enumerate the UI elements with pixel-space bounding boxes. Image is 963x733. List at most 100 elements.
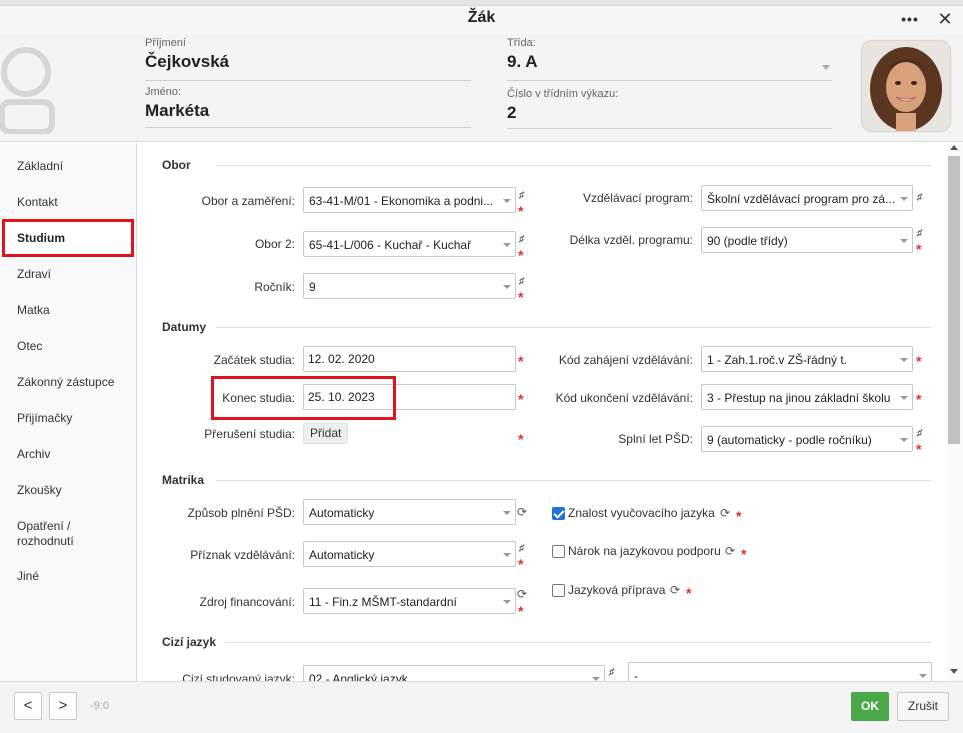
lang-knowledge-label: Znalost vyučovacího jazyka <box>568 506 715 520</box>
lang-support-checkbox[interactable] <box>552 545 565 558</box>
surname-label: Příjmení <box>145 37 186 49</box>
hash-icon[interactable]: ♯ <box>519 234 524 245</box>
sidebar-item-otec[interactable]: Otec <box>17 339 42 354</box>
surname-field[interactable]: Příjmení Čejkovská <box>145 37 471 81</box>
sidebar-item-studium[interactable]: Studium <box>17 231 65 246</box>
edu-flag-select[interactable]: Automaticky <box>303 541 516 567</box>
hash-icon[interactable]: ♯ <box>519 190 524 201</box>
scroll-thumb[interactable] <box>948 156 960 444</box>
sidebar-item-opatreni[interactable]: Opatření / rozhodnutí <box>17 519 74 549</box>
next-button[interactable]: > <box>49 692 77 720</box>
end-date-input[interactable] <box>308 390 508 404</box>
chevron-down-icon <box>900 358 908 362</box>
foreign-lang-select[interactable]: 02 - Anglický jazyk <box>303 665 605 681</box>
firstname-field[interactable]: Jméno: Markéta <box>145 86 471 128</box>
obor-select[interactable]: 63-41-M/01 - Ekonomika a podni... <box>303 187 516 213</box>
end-date-input-wrap[interactable] <box>303 384 516 410</box>
add-break-button[interactable]: Přidat <box>303 423 349 444</box>
section-divider <box>216 327 931 328</box>
obor2-label: Obor 2: <box>254 237 295 251</box>
refresh-icon[interactable]: ⟳ <box>725 544 735 558</box>
program-select[interactable]: Školní vzdělávací program pro zá... <box>701 185 913 211</box>
required-asterisk: * <box>518 431 524 447</box>
previous-button[interactable]: < <box>14 692 42 720</box>
start-code-label: Kód zahájení vzdělávání: <box>558 353 693 367</box>
ok-button[interactable]: OK <box>851 692 889 721</box>
rocnik-select[interactable]: 9 <box>303 273 516 299</box>
sidebar-item-archiv[interactable]: Archiv <box>17 447 50 462</box>
psd-fulfil-select[interactable]: Automaticky <box>303 499 516 525</box>
sidebar: Základní Kontakt Studium Zdraví Matka Ot… <box>0 143 137 681</box>
record-counter: -9:0 <box>90 700 109 712</box>
chevron-down-icon <box>503 199 511 203</box>
sidebar-item-kontakt[interactable]: Kontakt <box>17 195 58 210</box>
psd-fulfil-value: Automaticky <box>309 506 375 520</box>
chevron-down-icon <box>503 285 511 289</box>
chevron-down-icon <box>503 553 511 557</box>
program-length-select[interactable]: 90 (podle třídy) <box>701 227 913 253</box>
foreign-lang-level-select[interactable]: - <box>628 662 932 681</box>
surname-value: Čejkovská <box>145 52 230 71</box>
refresh-icon[interactable]: ⟳ <box>517 587 527 601</box>
refresh-icon[interactable]: ⟳ <box>517 505 527 519</box>
chevron-down-icon <box>503 511 511 515</box>
hash-icon[interactable]: ♯ <box>917 192 922 203</box>
lang-knowledge-checkbox[interactable] <box>552 507 565 520</box>
refresh-icon[interactable]: ⟳ <box>670 583 680 597</box>
sidebar-item-matka[interactable]: Matka <box>17 303 50 318</box>
scroll-up-icon[interactable] <box>950 145 958 150</box>
chevron-down-icon <box>822 65 830 70</box>
required-asterisk: * <box>686 585 692 601</box>
cancel-button[interactable]: Zrušit <box>897 692 949 721</box>
scroll-down-icon[interactable] <box>950 669 958 674</box>
required-asterisk: * <box>916 353 922 369</box>
chevron-down-icon <box>900 438 908 442</box>
close-icon[interactable]: ✕ <box>933 8 957 30</box>
psd-select[interactable]: 9 (automaticky - podle ročníku) <box>701 426 913 452</box>
end-code-select[interactable]: 3 - Přestup na jinou základní školu <box>701 384 913 410</box>
firstname-label: Jméno: <box>145 86 182 98</box>
start-date-input-wrap[interactable] <box>303 346 516 372</box>
obor-label: Obor a zaměření: <box>201 194 295 208</box>
section-title-matrika: Matrika <box>162 473 205 487</box>
hash-icon[interactable]: ♯ <box>609 667 614 678</box>
section-title-cizi-jazyk: Cizí jazyk <box>162 635 217 649</box>
student-header: Příjmení Čejkovská Jméno: Markéta Třída:… <box>0 34 963 142</box>
window-title: Žák <box>467 9 496 26</box>
psd-fulfil-label: Způsob plnění PŠD: <box>187 506 295 520</box>
program-length-value: 90 (podle třídy) <box>707 234 788 248</box>
hash-icon[interactable]: ♯ <box>519 276 524 287</box>
class-select[interactable]: Třída: 9. A <box>507 37 832 81</box>
lang-support-label: Nárok na jazykovou podporu <box>568 544 721 558</box>
hash-icon[interactable]: ♯ <box>917 428 922 439</box>
start-code-value: 1 - Zah.1.roč.v ZŠ-řádný t. <box>707 353 848 367</box>
hash-icon[interactable]: ♯ <box>519 543 524 554</box>
sidebar-item-zkousky[interactable]: Zkoušky <box>17 483 62 498</box>
classnum-field[interactable]: Číslo v třídním výkazu: 2 <box>507 88 832 129</box>
sidebar-item-zdravi[interactable]: Zdraví <box>17 267 51 282</box>
required-asterisk: * <box>518 203 524 219</box>
sidebar-item-prijimacky[interactable]: Přijímačky <box>17 411 72 426</box>
funding-select[interactable]: 11 - Fin.z MŠMT-standardní <box>303 588 516 614</box>
required-asterisk: * <box>518 247 524 263</box>
edu-flag-label: Příznak vzdělávání: <box>190 548 295 562</box>
sidebar-item-zakonny-zastupce[interactable]: Zákonný zástupce <box>17 375 114 390</box>
required-asterisk: * <box>916 391 922 407</box>
rocnik-select-value: 9 <box>309 280 316 294</box>
study-break-label: Přerušení studia: <box>204 427 295 441</box>
sidebar-item-jine[interactable]: Jiné <box>17 569 39 584</box>
chevron-down-icon <box>900 239 908 243</box>
more-options-icon[interactable]: ••• <box>898 8 922 30</box>
obor2-select[interactable]: 65-41-L/006 - Kuchař - Kuchař <box>303 231 516 257</box>
content-scrollbar[interactable] <box>946 143 963 681</box>
start-code-select[interactable]: 1 - Zah.1.roč.v ZŠ-řádný t. <box>701 346 913 372</box>
start-date-input[interactable] <box>308 352 508 366</box>
refresh-icon[interactable]: ⟳ <box>720 506 730 520</box>
sidebar-item-zakladni[interactable]: Základní <box>17 159 63 174</box>
chevron-down-icon <box>919 674 927 678</box>
start-date-label: Začátek studia: <box>213 353 295 367</box>
lang-prep-checkbox[interactable] <box>552 584 565 597</box>
required-asterisk: * <box>741 546 747 562</box>
hash-icon[interactable]: ♯ <box>917 228 922 239</box>
psd-label: Splní let PŠD: <box>618 432 693 446</box>
